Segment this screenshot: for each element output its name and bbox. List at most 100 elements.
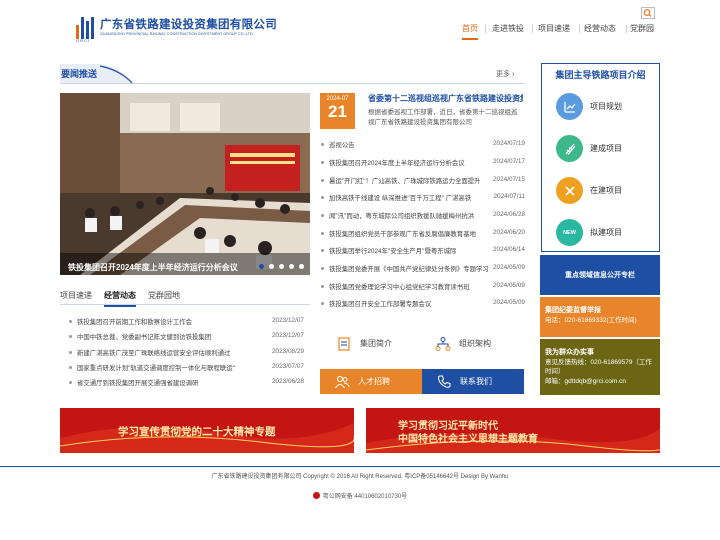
news-carousel[interactable]: [60, 93, 310, 275]
nav-operations[interactable]: 经营动态: [584, 23, 616, 40]
list-item[interactable]: 铁投集团举行2024年"安全生产月"暨粤东城际 2024/06/14: [320, 246, 525, 256]
nav-about[interactable]: 走进铁投: [492, 23, 524, 40]
carousel-dot[interactable]: [289, 264, 294, 269]
supervise-phone: 电话：020-61869332(工作时间): [545, 317, 637, 324]
list-item-title: 铁投集团党委开展《中国共产党纪律处分条例》专题学习: [329, 266, 489, 273]
featured-title[interactable]: 省委第十二巡视组巡视广东省铁路建设投资集团有限公司工作动员会召开: [368, 93, 523, 104]
nav-divider: [626, 25, 627, 33]
list-item-date: 2023/07/07: [272, 363, 304, 370]
list-item-date: 2024/05/09: [493, 282, 525, 289]
list-item-title: 铁投集团召开安全工作部署专题会议: [329, 301, 432, 308]
list-item-date: 2024/05/09: [493, 264, 525, 271]
org-chart-icon: [435, 336, 451, 351]
list-item-title: 新建广湛高铁广茂至广珠联络线运营安全评估顺利通过: [77, 350, 231, 357]
list-item[interactable]: 铁投集团召开前期工作和勘察设计工作会 2023/12/07: [68, 317, 304, 327]
search-icon: [643, 9, 652, 17]
nav-projects[interactable]: 项目速递: [538, 23, 570, 40]
project-in-progress[interactable]: 在建项目: [556, 177, 622, 204]
intro-label: 集团简介: [360, 339, 392, 348]
logo-mark-icon: [76, 17, 96, 39]
list-item-title: 铁投集团召开2024年度上半年经济运行分析会议: [329, 160, 465, 167]
project-in-progress-label: 在建项目: [590, 186, 622, 195]
service-email: 邮箱：gdttdqb@grci.com.cn: [545, 377, 627, 385]
banner-right-text-2: 中国特色社会主义思想主题教育: [398, 434, 538, 445]
list-item[interactable]: 国家重点研发计划"轨道交通调度控制一体化与联程联运" 2023/07/07: [68, 363, 304, 373]
carousel-dots: [259, 264, 309, 269]
service-box[interactable]: 我为群众办实事 意见反馈热线：020-61869579（工作时间） 邮箱：gdt…: [540, 339, 660, 395]
tabs-divider: [60, 304, 310, 305]
list-item[interactable]: 新建广湛高铁广茂至广珠联络线运营安全评估顺利通过 2023/08/29: [68, 348, 304, 358]
list-item-title: 加快高铁干线建设 纵深推进"百千万工程" 广湛高铁: [329, 195, 472, 202]
contact-label: 联系我们: [460, 377, 492, 386]
list-item[interactable]: 铁投集团召开2024年度上半年经济运行分析会议 2024/07/17: [320, 158, 525, 168]
banner-left-text: 学习宣传贯彻党的二十大精神专题: [118, 426, 276, 438]
list-item-title: 中国中铁总裁、党委副书记陈文健到访铁投集团: [77, 334, 212, 341]
nav-divider: [532, 25, 533, 33]
featured-month: 2024-07: [326, 96, 349, 102]
project-completed[interactable]: 建成项目: [556, 135, 622, 162]
supervise-title: 集团纪委监督举报: [545, 307, 601, 314]
list-item-date: 2023/12/07: [272, 317, 304, 324]
list-item-date: 2024/06/14: [493, 246, 525, 253]
carousel-dot[interactable]: [279, 264, 284, 269]
list-item-date: 2023/08/29: [272, 348, 304, 355]
disclosure-button[interactable]: 重点领域信息公开专栏: [540, 255, 660, 295]
contact-button[interactable]: 联系我们: [436, 369, 492, 394]
people-icon: [335, 375, 350, 388]
wrench-icon: [556, 177, 583, 204]
logo-name-en: GUANGDONG PROVINCIAL RAILWAY CONSTRUCTIO…: [100, 32, 254, 36]
document-icon: [338, 336, 350, 351]
recruit-button[interactable]: 人才招聘: [334, 369, 390, 394]
list-item-title: 省交通厅到铁投集团开展交通强省建设调研: [77, 380, 199, 387]
search-button[interactable]: [641, 7, 655, 19]
list-item-date: 2024/07/17: [493, 158, 525, 165]
chart-icon: [556, 93, 583, 120]
list-item[interactable]: 暑运"开门红"！广汕高铁、广珠城际铁路运力全面提升 2024/07/15: [320, 176, 525, 186]
list-item[interactable]: 加快高铁干线建设 纵深推进"百千万工程" 广湛高铁 2024/07/11: [320, 193, 525, 203]
list-item-date: 2024/06/28: [493, 211, 525, 218]
projects-title: 集团主导铁路项目介绍: [555, 70, 646, 80]
carousel-dot[interactable]: [269, 264, 274, 269]
list-item[interactable]: 省交通厅到铁投集团开展交通强省建设调研 2023/06/28: [68, 378, 304, 388]
carousel-dot[interactable]: [259, 264, 264, 269]
org-link[interactable]: 组织架构: [435, 331, 491, 356]
footer-police[interactable]: 粤公网安备 44010602010730号: [0, 491, 720, 500]
more-label: 更多: [496, 71, 510, 78]
recruit-label: 人才招聘: [358, 377, 390, 386]
list-item-title: 国家重点研发计划"轨道交通调度控制一体化与联程联运": [77, 365, 235, 372]
list-item[interactable]: 中国中铁总裁、党委副书记陈文健到访铁投集团 2023/12/07: [68, 332, 304, 342]
featured-desc: 根据省委巡视工作部署，近日，省委第十二巡视组巡视广东省铁路建设投资集团有限公司: [368, 109, 518, 126]
supervise-box[interactable]: 集团纪委监督举报 电话：020-61869332(工作时间): [540, 297, 660, 337]
list-item-title: 巡视公告: [329, 142, 355, 149]
project-proposed-label: 拟建项目: [590, 228, 622, 237]
banner-thought-education[interactable]: 学习贯彻习近平新时代 中国特色社会主义思想主题教育: [366, 408, 660, 453]
nav-party[interactable]: 党群园: [630, 23, 654, 40]
list-item[interactable]: 铁投集团召开安全工作部署专题会议 2024/05/09: [320, 299, 525, 309]
featured-day: 21: [328, 102, 347, 121]
list-item-date: 2023/06/28: [272, 378, 304, 385]
intro-link[interactable]: 集团简介: [336, 331, 392, 356]
list-item[interactable]: 铁投集团党委开展《中国共产党纪律处分条例》专题学习 2024/05/09: [320, 264, 525, 274]
carousel-dot[interactable]: [299, 264, 304, 269]
list-item-date: 2024/07/15: [493, 176, 525, 183]
list-item[interactable]: 闻"汛"而动，粤东城际公司组织救援队驰援梅州抗洪 2024/06/28: [320, 211, 525, 221]
project-proposed[interactable]: NEW 拟建项目: [556, 219, 622, 246]
service-phone: 意见反馈热线：020-61869579（工作时间）: [545, 358, 652, 376]
nav-home[interactable]: 首页: [462, 23, 478, 40]
banner-twentieth-congress[interactable]: 学习宣传贯彻党的二十大精神专题: [60, 408, 354, 453]
list-item-date: 2024/06/20: [493, 229, 525, 236]
list-item[interactable]: 铁投集团党委理论学习中心组党纪学习教育读书班 2024/05/09: [320, 282, 525, 292]
project-planning[interactable]: 项目规划: [556, 93, 622, 120]
logo-name-cn: 广东省铁路建设投资集团有限公司: [100, 19, 277, 31]
list-item-date: 2024/05/09: [493, 299, 525, 306]
carousel-caption[interactable]: 铁投集团召开2024年度上半年经济运行分析会议: [68, 262, 238, 273]
service-title: 我为群众办实事: [545, 349, 594, 356]
phone-icon: [437, 375, 451, 388]
project-completed-label: 建成项目: [590, 144, 622, 153]
list-item[interactable]: 铁投集团组织党员干部参观广东省反腐倡廉教育基地 2024/06/20: [320, 229, 525, 239]
list-item-title: 闻"汛"而动，粤东城际公司组织救援队驰援梅州抗洪: [329, 213, 475, 220]
more-link[interactable]: 更多 ›: [496, 69, 514, 79]
list-item-date: 2024/07/11: [493, 193, 525, 200]
list-item[interactable]: 巡视公告 2024/07/19: [320, 140, 525, 150]
company-logo[interactable]: 广东省铁路建设投资集团有限公司 GUANGDONG PROVINCIAL RAI…: [76, 16, 277, 40]
